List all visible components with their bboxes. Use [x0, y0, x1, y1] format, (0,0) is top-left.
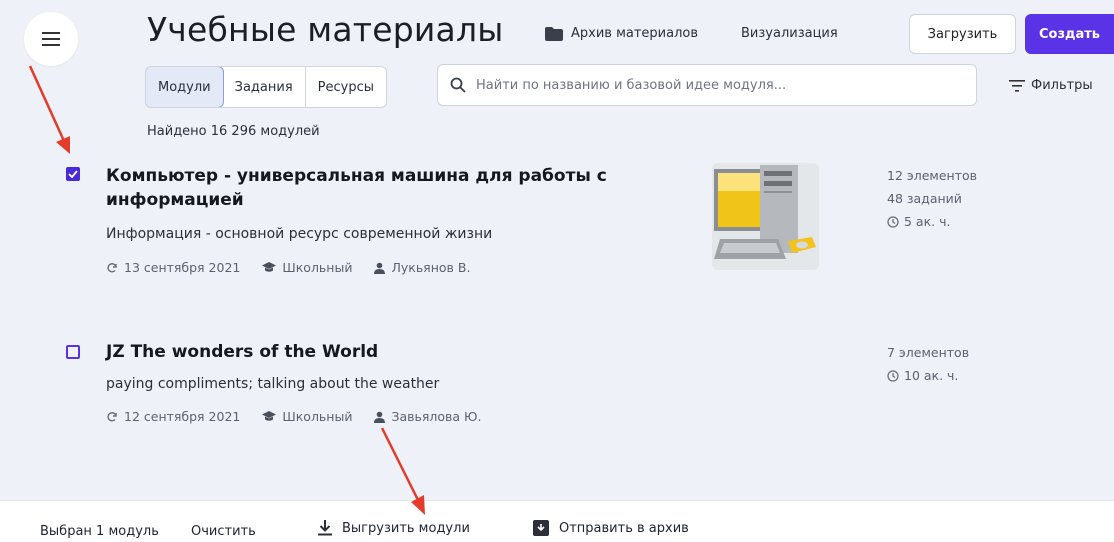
user-icon	[374, 262, 386, 274]
module-elements-count: 12 элементов	[887, 168, 978, 183]
graduation-cap-icon	[262, 411, 277, 421]
selection-count: Выбран 1 модуль	[40, 524, 159, 539]
module-subtitle: paying compliments; talking about the we…	[106, 376, 440, 392]
download-icon	[318, 520, 332, 536]
module-title[interactable]: Компьютер - универсальная машина для раб…	[106, 164, 706, 212]
module-checkbox[interactable]	[66, 167, 80, 181]
module-checkbox[interactable]	[66, 345, 80, 359]
search-icon	[450, 77, 466, 93]
create-button[interactable]: Создать	[1025, 14, 1114, 54]
module-level: Школьный	[262, 260, 352, 275]
sync-icon	[107, 411, 117, 421]
clear-selection-button[interactable]: Очистить	[191, 524, 256, 539]
filters-label: Фильтры	[1031, 78, 1093, 93]
module-hours: 5 ак. ч.	[887, 210, 977, 233]
module-date-text: 13 сентября 2021	[124, 260, 241, 275]
module-stats: 12 элементов 48 заданий 5 ак. ч.	[887, 164, 977, 233]
content-type-tabs: Модули Задания Ресурсы	[145, 66, 387, 108]
hamburger-icon	[42, 32, 60, 46]
module-title-line: Компьютер - универсальная машина для раб…	[106, 166, 607, 186]
annotation-arrow-to-checkbox	[28, 65, 70, 154]
module-date: 12 сентября 2021	[106, 409, 240, 424]
module-date-text: 12 сентября 2021	[124, 409, 241, 424]
module-tasks-count: 48 заданий	[887, 191, 962, 206]
module-meta: 13 сентября 2021 Школьный Лукьянов В.	[106, 260, 470, 275]
graduation-cap-icon	[262, 262, 277, 272]
module-thumbnail[interactable]	[712, 163, 819, 270]
tab-resources[interactable]: Ресурсы	[306, 67, 386, 107]
clock-icon	[887, 369, 899, 382]
user-icon	[374, 411, 386, 423]
filters-button[interactable]: Фильтры	[1009, 78, 1093, 93]
filter-icon	[1009, 79, 1025, 92]
tab-tasks[interactable]: Задания	[223, 67, 306, 107]
module-meta: 12 сентября 2021 Школьный Завьялова Ю.	[106, 409, 482, 424]
archive-box-icon	[533, 520, 549, 536]
module-author: Завьялова Ю.	[374, 409, 482, 424]
menu-button[interactable]	[24, 12, 78, 66]
search-input[interactable]	[474, 76, 958, 94]
sync-icon	[107, 262, 117, 272]
tab-modules[interactable]: Модули	[145, 67, 224, 107]
results-count: Найдено 16 296 модулей	[147, 124, 320, 139]
module-level-text: Школьный	[282, 260, 353, 275]
module-author-text: Завьялова Ю.	[391, 409, 482, 424]
export-modules-button[interactable]: Выгрузить модули	[318, 520, 470, 536]
export-modules-label: Выгрузить модули	[342, 520, 470, 536]
computer-image	[712, 163, 819, 270]
module-hours-text: 5 ак. ч.	[904, 214, 951, 229]
search-box	[437, 64, 977, 106]
archive-link[interactable]: Архив материалов	[545, 26, 698, 41]
module-subtitle: Информация - основной ресурс современной…	[106, 226, 493, 242]
module-level-text: Школьный	[282, 409, 353, 424]
clock-icon	[887, 215, 899, 228]
archive-link-label: Архив материалов	[571, 26, 699, 41]
module-elements-count: 7 элементов	[887, 345, 970, 360]
module-author-text: Лукьянов В.	[391, 260, 471, 275]
visualization-link[interactable]: Визуализация	[741, 26, 838, 41]
module-title[interactable]: JZ The wonders of the World	[106, 340, 378, 364]
checkmark-icon	[68, 170, 78, 178]
module-hours: 10 ак. ч.	[887, 364, 969, 387]
page-title: Учебные материалы	[147, 10, 504, 49]
upload-button[interactable]: Загрузить	[909, 14, 1016, 54]
module-stats: 7 элементов 10 ак. ч.	[887, 341, 969, 387]
module-date: 13 сентября 2021	[106, 260, 240, 275]
module-author: Лукьянов В.	[374, 260, 470, 275]
folder-icon	[545, 26, 563, 41]
module-level: Школьный	[262, 409, 352, 424]
module-hours-text: 10 ак. ч.	[904, 368, 959, 383]
send-to-archive-button[interactable]: Отправить в архив	[533, 520, 689, 536]
send-to-archive-label: Отправить в архив	[559, 520, 689, 536]
module-title-line: информацией	[106, 190, 244, 210]
